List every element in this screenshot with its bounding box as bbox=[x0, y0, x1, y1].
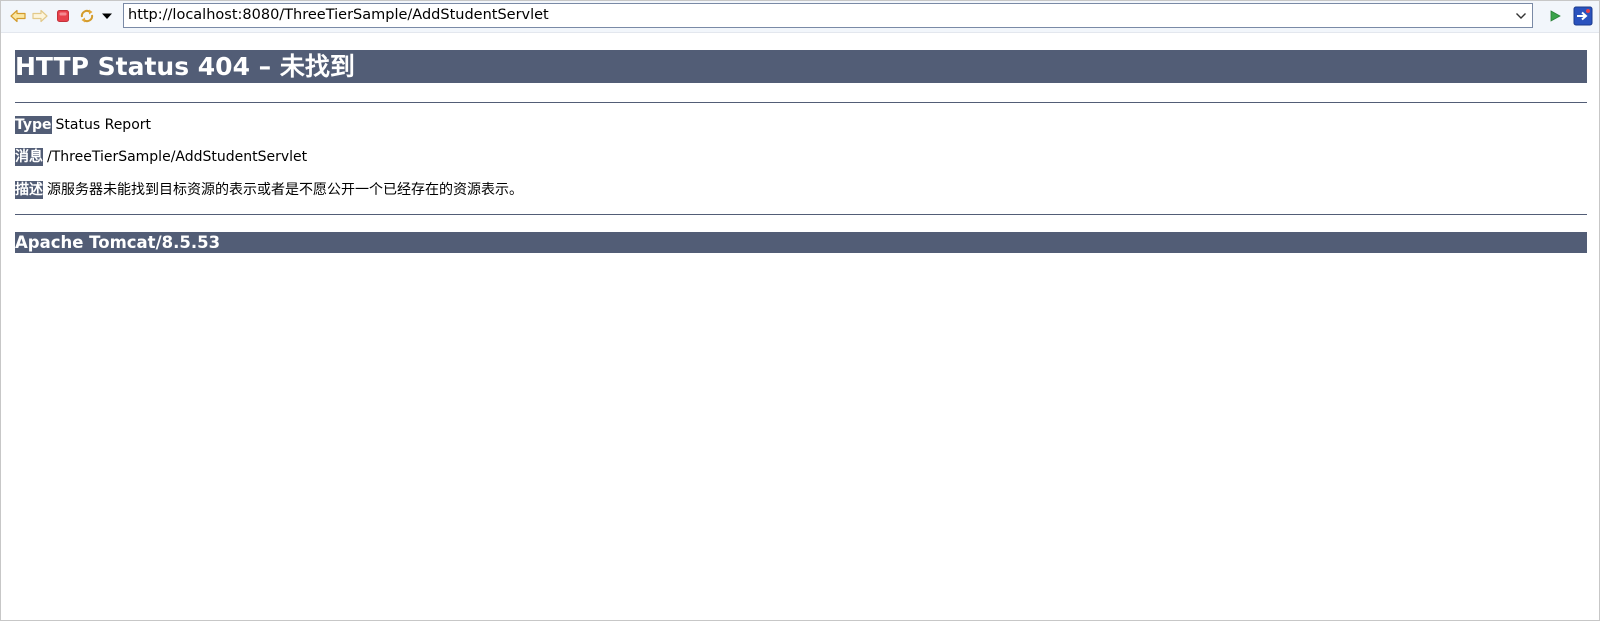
message-label: 消息 bbox=[15, 148, 43, 166]
go-button[interactable] bbox=[1547, 8, 1563, 24]
browser-external-icon bbox=[1573, 6, 1593, 26]
triangle-down-icon bbox=[102, 13, 112, 19]
arrow-left-icon bbox=[10, 9, 26, 23]
server-version-footer: Apache Tomcat/8.5.53 bbox=[15, 232, 1587, 253]
arrow-right-icon bbox=[32, 9, 48, 23]
back-button[interactable] bbox=[10, 8, 26, 24]
type-label: Type bbox=[15, 116, 52, 134]
browser-frame: HTTP Status 404 – 未找到 TypeStatus Report … bbox=[0, 0, 1600, 621]
stop-icon bbox=[57, 10, 69, 22]
type-value: Status Report bbox=[55, 117, 152, 133]
page-title: HTTP Status 404 – 未找到 bbox=[15, 50, 1587, 83]
description-label: 描述 bbox=[15, 181, 43, 199]
chevron-down-icon bbox=[1516, 12, 1526, 19]
browser-toolbar bbox=[1, 1, 1599, 33]
type-row: Type Status Report bbox=[15, 115, 151, 135]
message-value: /ThreeTierSample/AddStudentServlet bbox=[47, 149, 308, 165]
url-dropdown-button[interactable] bbox=[1512, 7, 1530, 24]
forward-button[interactable] bbox=[32, 8, 48, 24]
url-input[interactable] bbox=[124, 4, 1509, 27]
message-row: 消息/ThreeTierSample/AddStudentServlet bbox=[15, 147, 307, 167]
refresh-button[interactable] bbox=[79, 8, 95, 24]
stop-button[interactable] bbox=[55, 8, 71, 24]
navigation-menu-button[interactable] bbox=[99, 8, 115, 24]
description-value: 源服务器未能找到目标资源的表示或者是不愿公开一个已经存在的资源表示。 bbox=[47, 182, 523, 198]
play-icon bbox=[1550, 10, 1561, 22]
divider-top bbox=[15, 102, 1587, 103]
divider-bottom bbox=[15, 214, 1587, 215]
description-row: 描述 源服务器未能找到目标资源的表示或者是不愿公开一个已经存在的资源表示。 bbox=[15, 180, 523, 200]
url-bar[interactable] bbox=[123, 3, 1533, 28]
refresh-icon bbox=[80, 9, 94, 23]
open-external-browser-button[interactable] bbox=[1573, 6, 1593, 26]
